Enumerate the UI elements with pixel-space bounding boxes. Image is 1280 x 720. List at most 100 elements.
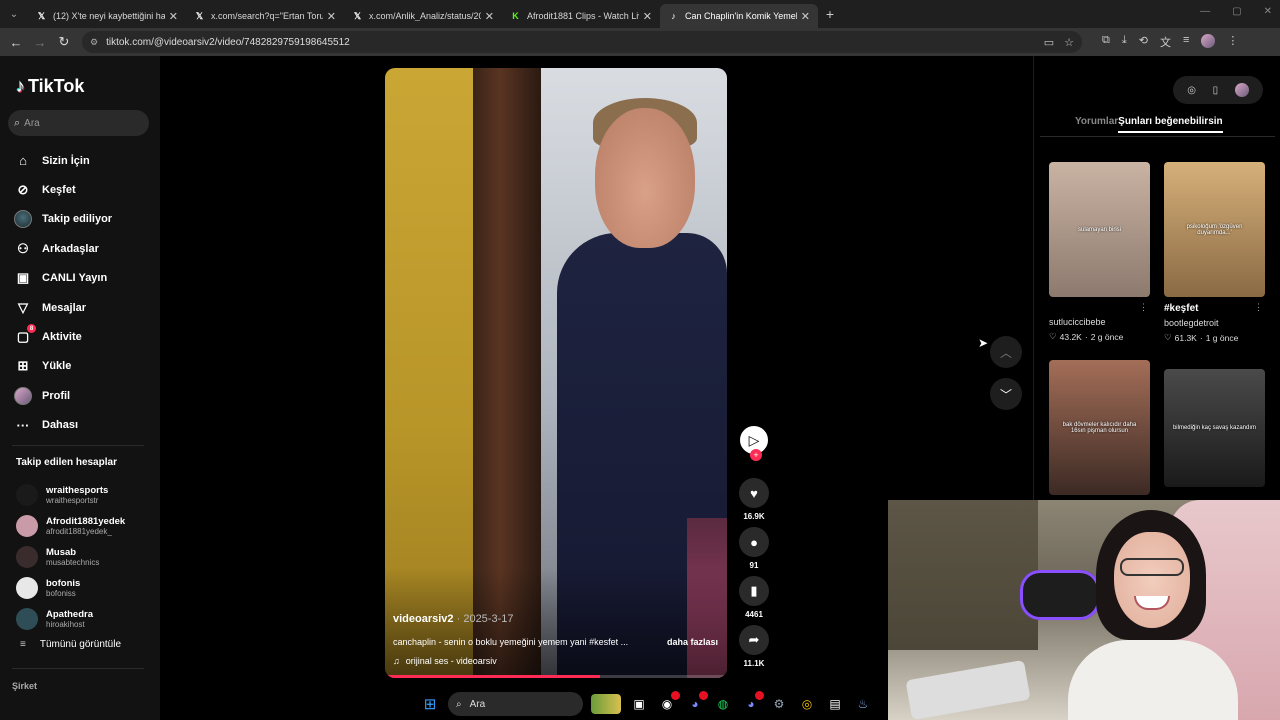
- close-tab-icon[interactable]: ✕: [485, 10, 494, 23]
- task-view-icon[interactable]: ▣: [629, 694, 649, 714]
- windows-start-icon[interactable]: ⊞: [420, 694, 440, 714]
- back-icon[interactable]: ←: [4, 35, 28, 50]
- see-all-button[interactable]: ≡ Tümünü görüntüle: [20, 639, 121, 650]
- tab-comments[interactable]: Yorumlar: [1075, 116, 1118, 133]
- spotify-icon[interactable]: ◍: [713, 694, 733, 714]
- close-tab-icon[interactable]: ✕: [327, 10, 336, 23]
- site-info-icon[interactable]: ⚙: [90, 37, 98, 48]
- video-author[interactable]: videoarsiv2 · 2025-3-17: [393, 613, 513, 625]
- tiktok-logo[interactable]: ♪ TikTok: [16, 76, 84, 97]
- history-icon[interactable]: ⟲: [1139, 34, 1148, 50]
- video-thumbnail[interactable]: bak dövmeler kalıcıdır daha 16sın pişman…: [1049, 360, 1150, 495]
- browser-tab[interactable]: K Afrodit1881 Clips - Watch Live ✕: [502, 4, 660, 28]
- discord-ptb-icon[interactable]: ◕: [741, 691, 764, 714]
- separator-dot: ·: [1199, 332, 1203, 343]
- tab-suggested[interactable]: Şunları beğenebilirsin: [1118, 116, 1223, 133]
- suggested-video-card[interactable]: sulamayan birisi ⋮ sutluciccibebe ♡ 43.2…: [1049, 162, 1150, 342]
- creator-avatar[interactable]: ▷ +: [738, 424, 770, 461]
- menu-kebab-icon[interactable]: ⋮: [1227, 34, 1238, 50]
- device-icon[interactable]: ▯: [1213, 85, 1219, 96]
- chrome-icon[interactable]: ◎: [797, 694, 817, 714]
- user-avatar-icon[interactable]: [1234, 83, 1249, 97]
- share-icon[interactable]: ➦: [739, 625, 769, 655]
- translate-icon[interactable]: 文: [1160, 34, 1171, 50]
- more-options-icon[interactable]: ⋮: [1254, 302, 1263, 313]
- company-link[interactable]: Şirket: [12, 681, 37, 691]
- new-tab-button[interactable]: +: [818, 6, 842, 22]
- widgets-icon[interactable]: [591, 694, 621, 714]
- previous-video-button[interactable]: ︿: [990, 336, 1022, 368]
- comment-icon[interactable]: ●: [739, 527, 769, 557]
- app-icon[interactable]: ▤: [825, 694, 845, 714]
- followed-account[interactable]: Musab musabtechnics: [16, 542, 125, 573]
- video-thumbnail[interactable]: bilmediğin kaç savaş kazandım: [1164, 369, 1265, 487]
- followed-account[interactable]: wraithesports wraithesportstr: [16, 480, 125, 511]
- suggested-video-card[interactable]: bak dövmeler kalıcıdır daha 16sın pişman…: [1049, 360, 1150, 495]
- steam-icon[interactable]: ♨: [853, 694, 873, 714]
- address-bar[interactable]: ⚙ tiktok.com/@videoarsiv2/video/74828297…: [82, 31, 1082, 53]
- followed-account[interactable]: Afrodit1881yedek afrodit1881yedek_: [16, 511, 125, 542]
- sidebar-item[interactable]: ▽ Mesajlar: [14, 293, 112, 322]
- obs-icon[interactable]: ◉: [657, 691, 680, 714]
- heart-icon[interactable]: ♥: [739, 478, 769, 508]
- sidebar-item[interactable]: ⚇ Arkadaşlar: [14, 234, 112, 263]
- video-thumbnail[interactable]: psikoloğum 'özgüven duyarımda...': [1164, 162, 1265, 297]
- save-action[interactable]: ▮ 4461: [734, 576, 774, 619]
- sidebar-item[interactable]: ▢ 8 Aktivite: [14, 322, 112, 351]
- close-tab-icon[interactable]: ✕: [801, 10, 810, 23]
- follow-plus-icon[interactable]: +: [750, 449, 762, 461]
- followed-account[interactable]: Apathedra hiroakihost: [16, 603, 125, 634]
- compass-icon[interactable]: ◎: [1187, 85, 1196, 96]
- maximize-icon[interactable]: ▢: [1232, 6, 1241, 17]
- reload-icon[interactable]: ↻: [52, 34, 76, 50]
- suggested-video-card[interactable]: psikoloğum 'özgüven duyarımda...' ⋮ #keş…: [1164, 162, 1265, 343]
- post-date: · 2025-3-17: [456, 613, 514, 625]
- more-button[interactable]: daha fazlası: [667, 637, 718, 647]
- bookmark-star-icon[interactable]: ☆: [1064, 36, 1074, 49]
- forward-icon[interactable]: →: [28, 35, 52, 50]
- browser-tab[interactable]: 𝕏x.com/search?q="Ertan Torunoc ✕: [186, 4, 344, 28]
- card-user[interactable]: sutluciccibebe: [1049, 317, 1150, 327]
- profile-avatar-icon[interactable]: [1201, 34, 1216, 48]
- settings-gear-icon[interactable]: ⚙: [769, 694, 789, 714]
- author-name[interactable]: videoarsiv2: [393, 613, 454, 625]
- discord-icon[interactable]: ◕: [685, 691, 708, 714]
- music-info[interactable]: ♫ orijinal ses - videoarsiv: [393, 656, 497, 666]
- browser-tab[interactable]: ♪ Can Chaplin'in Komik Yemek Yu ✕: [660, 4, 818, 28]
- cast-icon[interactable]: ▭: [1044, 36, 1054, 49]
- search-input[interactable]: ⌕ Ara: [8, 110, 149, 136]
- sidebar-item[interactable]: ⌂ Sizin İçin: [14, 146, 112, 175]
- download-icon[interactable]: ⤓: [1122, 34, 1127, 50]
- close-tab-icon[interactable]: ✕: [169, 10, 178, 23]
- sidebar-item[interactable]: Takip ediliyor: [14, 205, 112, 234]
- card-user[interactable]: bootlegdetroit: [1164, 318, 1265, 328]
- kick-logo-icon: K: [512, 11, 519, 21]
- browser-tab[interactable]: 𝕏 (12) X'te neyi kaybettiğini hatırl ✕: [28, 4, 186, 28]
- followed-account[interactable]: bofonis bofoniss: [16, 572, 125, 603]
- sidebar-item[interactable]: Profil: [14, 381, 112, 410]
- close-tab-icon[interactable]: ✕: [643, 10, 652, 23]
- suggested-video-card[interactable]: bilmediğin kaç savaş kazandım: [1164, 369, 1265, 487]
- comment-action[interactable]: ● 91: [734, 527, 774, 570]
- play-circle-icon: ▷: [748, 431, 760, 448]
- taskbar-search[interactable]: ⌕ Ara: [448, 692, 583, 716]
- sidebar-item-label: Takip ediliyor: [42, 213, 113, 226]
- sidebar-item[interactable]: ▣ CANLI Yayın: [14, 264, 112, 293]
- sidebar-item[interactable]: ⊞ Yükle: [14, 352, 112, 381]
- tab-search-icon[interactable]: ⌄: [0, 0, 28, 28]
- video-progress-bar[interactable]: [385, 675, 727, 678]
- bookmark-icon[interactable]: ▮: [739, 576, 769, 606]
- like-action[interactable]: ♥ 16.9K: [734, 478, 774, 521]
- more-options-icon[interactable]: ⋮: [1139, 302, 1148, 313]
- extensions-icon[interactable]: ⧉: [1102, 34, 1110, 50]
- reading-list-icon[interactable]: ≡: [1183, 34, 1189, 50]
- sidebar-item[interactable]: ⊘ Keşfet: [14, 175, 112, 204]
- share-action[interactable]: ➦ 11.1K: [734, 625, 774, 668]
- next-video-button[interactable]: ﹀: [990, 378, 1022, 410]
- sidebar-item[interactable]: ··· Dahası: [14, 411, 112, 440]
- video-thumbnail[interactable]: sulamayan birisi: [1049, 162, 1150, 297]
- video-player[interactable]: videoarsiv2 · 2025-3-17 canchaplin - sen…: [385, 68, 727, 678]
- close-window-icon[interactable]: ✕: [1264, 6, 1272, 17]
- minimize-icon[interactable]: —: [1200, 6, 1210, 17]
- browser-tab[interactable]: 𝕏x.com/Anlik_Analiz/status/204 ✕: [344, 4, 502, 28]
